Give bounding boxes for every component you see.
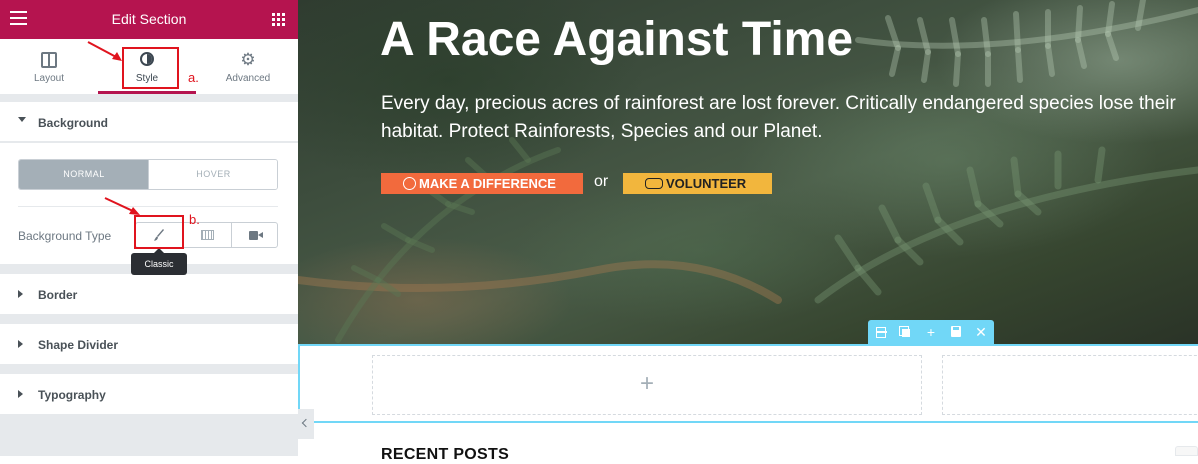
annotation-arrow-a <box>87 41 122 61</box>
volunteer-button[interactable]: VOLUNTEER <box>623 173 772 194</box>
gear-icon: ⚙ <box>240 50 256 69</box>
hero-section[interactable]: A Race Against Time Every day, precious … <box>298 0 1198 344</box>
or-separator: or <box>594 173 609 190</box>
add-section-icon[interactable]: + <box>923 324 939 340</box>
save-template-icon[interactable] <box>948 324 964 340</box>
section-toolbar: + ✕ <box>868 320 994 344</box>
editor-panel: Edit Section Layout Style ⚙ Advanced Bac… <box>0 0 298 456</box>
annotation-label-b: b. <box>189 212 200 227</box>
classic-tooltip: Classic <box>131 248 187 275</box>
edit-section-icon[interactable] <box>873 324 889 340</box>
empty-column[interactable]: + <box>372 355 922 415</box>
widgets-grid-icon[interactable] <box>272 13 285 26</box>
border-section-title: Border <box>38 288 78 302</box>
panel-title: Edit Section <box>111 11 187 27</box>
donate-icon <box>403 177 416 190</box>
border-section-header[interactable]: Border <box>0 274 298 314</box>
duplicate-icon[interactable] <box>897 324 913 340</box>
state-toggle: NORMAL HOVER <box>18 159 278 190</box>
volunteer-label: VOLUNTEER <box>666 176 747 191</box>
empty-column[interactable] <box>942 355 1198 415</box>
collapse-panel-handle[interactable] <box>298 409 314 439</box>
normal-state-tab[interactable]: NORMAL <box>19 160 149 189</box>
tab-layout[interactable]: Layout <box>0 39 98 94</box>
annotation-box-b <box>134 215 184 249</box>
hero-description: Every day, precious acres of rainforest … <box>381 93 1176 142</box>
typography-section-header[interactable]: Typography <box>0 374 298 414</box>
annotation-arrow-b <box>104 197 140 215</box>
columns-icon <box>41 52 57 68</box>
panel-header: Edit Section <box>0 0 298 39</box>
video-camera-icon <box>249 231 263 240</box>
empty-section: + <box>298 344 1198 423</box>
make-a-difference-label: MAKE A DIFFERENCE <box>419 176 556 191</box>
caret-down-icon <box>18 117 26 122</box>
divider <box>18 206 278 207</box>
add-widget-icon[interactable]: + <box>373 370 921 398</box>
widget-edge <box>1175 446 1198 456</box>
hero-heading: A Race Against Time <box>380 13 854 66</box>
background-section-header[interactable]: Background <box>0 102 298 142</box>
tab-layout-label: Layout <box>33 73 65 84</box>
annotation-box-a <box>122 47 179 89</box>
handshake-icon <box>645 178 663 189</box>
background-type-label: Background Type <box>18 229 112 243</box>
gradient-icon <box>201 230 214 240</box>
video-background-button[interactable] <box>231 223 278 247</box>
delete-section-icon[interactable]: ✕ <box>973 324 989 340</box>
shape-divider-section-title: Shape Divider <box>38 338 119 352</box>
make-a-difference-button[interactable]: MAKE A DIFFERENCE <box>381 173 583 194</box>
caret-right-icon <box>18 290 23 298</box>
shape-divider-section-header[interactable]: Shape Divider <box>0 324 298 364</box>
tab-advanced[interactable]: ⚙ Advanced <box>198 39 298 94</box>
caret-right-icon <box>18 390 23 398</box>
recent-posts-heading: RECENT POSTS <box>381 446 510 463</box>
tab-advanced-label: Advanced <box>225 73 271 84</box>
hover-state-tab[interactable]: HOVER <box>148 160 277 189</box>
caret-right-icon <box>18 340 23 348</box>
typography-section-title: Typography <box>38 388 106 402</box>
tabs-separator <box>0 94 298 101</box>
background-section-title: Background <box>38 116 109 130</box>
annotation-label-a: a. <box>188 70 199 85</box>
